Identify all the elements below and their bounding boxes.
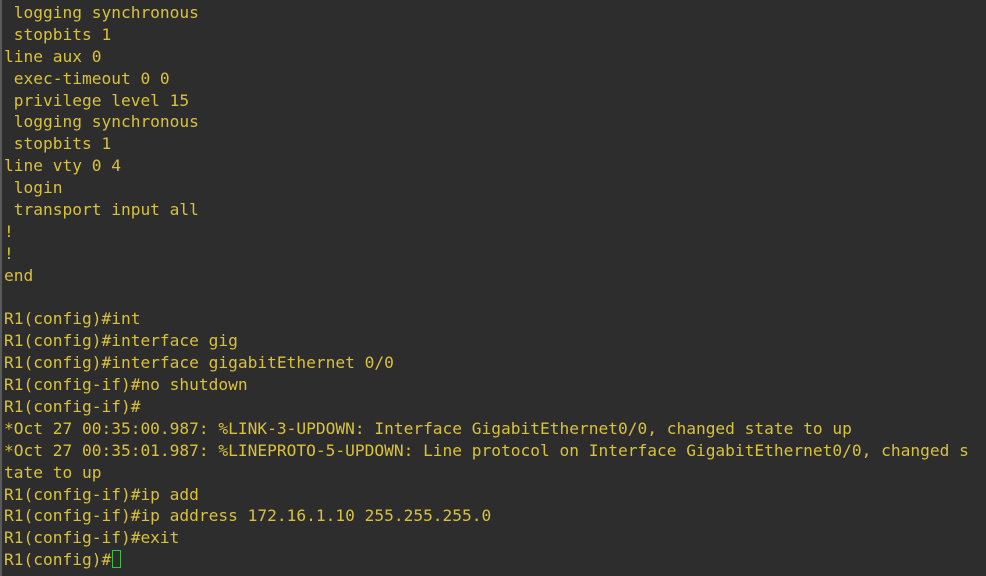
terminal-line: logging synchronous: [4, 3, 199, 22]
terminal-line: line aux 0: [4, 46, 102, 66]
terminal-line: R1(config)#interface gigabitEthernet 0/0: [4, 353, 394, 373]
terminal-line: privilege level 15: [4, 90, 190, 110]
terminal-line: R1(config-if)#ip add: [4, 484, 199, 504]
terminal-line: !: [4, 243, 14, 263]
terminal-line: stopbits 1: [4, 134, 112, 154]
terminal-line: line vty 0 4: [4, 156, 121, 176]
terminal-line: stopbits 1: [4, 24, 112, 44]
terminal-input-line[interactable]: R1(config)#: [4, 549, 986, 571]
block-cursor-icon[interactable]: [112, 550, 122, 569]
terminal-line: R1(config)#int: [4, 309, 141, 329]
terminal-line: R1(config-if)#: [4, 397, 141, 417]
terminal-window[interactable]: logging synchronous stopbits 1 line aux …: [0, 0, 986, 576]
terminal-line: R1(config-if)#ip address 172.16.1.10 255…: [4, 506, 492, 526]
terminal-line: transport input all: [4, 200, 199, 220]
terminal-log-line: *Oct 27 00:35:00.987: %LINK-3-UPDOWN: In…: [4, 418, 852, 438]
terminal-line: R1(config-if)#exit: [4, 528, 180, 548]
terminal-line: end: [4, 265, 34, 285]
terminal-line: login: [4, 178, 63, 198]
terminal-line: R1(config-if)#no shutdown: [4, 375, 248, 395]
terminal-log-line: *Oct 27 00:35:01.987: %LINEPROTO-5-UPDOW…: [4, 440, 969, 460]
terminal-line: exec-timeout 0 0: [4, 68, 170, 88]
command-prompt: R1(config)#: [4, 550, 112, 570]
terminal-line: R1(config)#interface gig: [4, 331, 238, 351]
terminal-line: logging synchronous: [4, 112, 199, 132]
terminal-line: !: [4, 221, 14, 241]
terminal-log-line: tate to up: [4, 462, 102, 482]
